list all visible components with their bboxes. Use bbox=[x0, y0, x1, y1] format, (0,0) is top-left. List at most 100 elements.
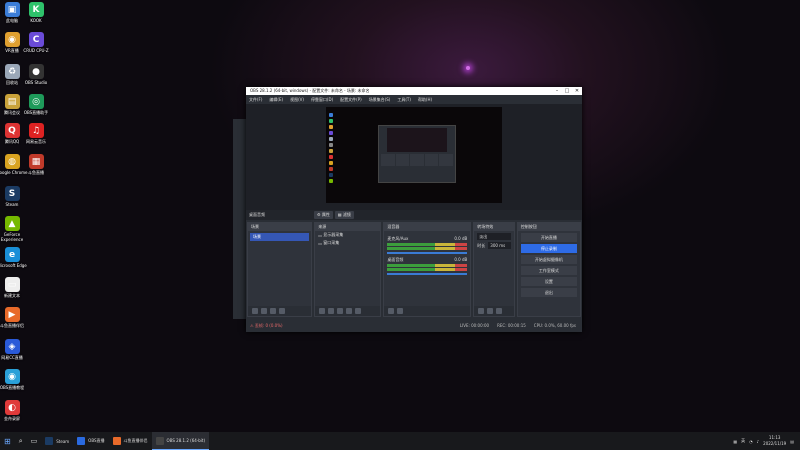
scene-item[interactable]: 场景 bbox=[250, 233, 310, 241]
preview-canvas[interactable] bbox=[326, 107, 502, 203]
menu-item[interactable]: 帮助(H) bbox=[418, 97, 432, 103]
volume-slider[interactable] bbox=[387, 273, 468, 275]
up-icon[interactable] bbox=[346, 308, 353, 314]
stop-recording-button[interactable]: 停止录制 bbox=[520, 244, 577, 253]
cpu-fps: CPU: 0.0%, 60.00 fps bbox=[533, 323, 576, 328]
exit-button[interactable]: 退出 bbox=[520, 288, 577, 297]
duration-label: 时长 bbox=[477, 242, 486, 248]
menu-item[interactable]: 文件(F) bbox=[249, 97, 262, 103]
desktop-icon[interactable]: ▦ 斗鱼直播 bbox=[18, 154, 54, 175]
rec-time: REC: 00:00:15 bbox=[497, 323, 526, 328]
dock-area: 场景 场景 来源 ▭ 显示器采集 ▭ 窗口采集 混音器 麦克风/Aux 0.0 d… bbox=[246, 222, 582, 317]
desktop-icon-label: 斗鱼直播 bbox=[28, 170, 44, 175]
desktop-icon-label: OBS直播助手 bbox=[23, 110, 49, 115]
flag-icon[interactable]: ▦ bbox=[733, 439, 737, 444]
clock[interactable]: 11:13 2022/11/19 bbox=[763, 435, 786, 447]
start-streaming-button[interactable]: 开始直播 bbox=[520, 233, 577, 242]
add-icon[interactable] bbox=[252, 308, 258, 314]
down-icon[interactable] bbox=[355, 308, 362, 314]
remove-icon[interactable] bbox=[487, 308, 494, 314]
app-icon: ▭ bbox=[4, 277, 20, 292]
gear-icon[interactable] bbox=[388, 308, 395, 314]
audio-meter bbox=[387, 268, 468, 271]
taskbar-app[interactable]: Steam bbox=[41, 432, 73, 450]
gear-icon[interactable] bbox=[337, 308, 344, 314]
menu-item[interactable]: 场景集合(S) bbox=[369, 97, 391, 103]
remove-icon[interactable] bbox=[328, 308, 335, 314]
duration-input[interactable]: 300 ms bbox=[488, 242, 511, 249]
studio-mode-button[interactable]: 工作室模式 bbox=[520, 266, 577, 275]
source-item-label: 窗口采集 bbox=[323, 240, 340, 245]
obs-window: OBS 28.1.2 (64-bit, windows) - 配置文件: 未命名… bbox=[246, 87, 582, 332]
notification-icon[interactable]: ▤ bbox=[790, 439, 794, 444]
transition-select[interactable]: 淡出 bbox=[477, 233, 511, 240]
network-icon[interactable]: ◔ bbox=[749, 439, 753, 444]
minimize-icon[interactable]: – bbox=[552, 88, 562, 94]
desktop-icon[interactable]: ● OBS Studio bbox=[18, 64, 54, 85]
volume-icon[interactable]: ♪ bbox=[757, 439, 760, 444]
volume-slider[interactable] bbox=[387, 252, 468, 254]
app-icon bbox=[112, 437, 121, 445]
controls-dock: 控制按钮 开始直播 停止录制 开始虚拟摄像机 工作室模式 设置 退出 bbox=[516, 222, 581, 317]
settings-button[interactable]: 设置 bbox=[520, 277, 577, 286]
mixer-header: 混音器 bbox=[384, 223, 471, 231]
properties-button[interactable]: ⚙ 属性 bbox=[314, 211, 333, 219]
desktop-icon[interactable]: S Steam bbox=[0, 186, 30, 207]
menu-item[interactable]: 视图(V) bbox=[290, 97, 304, 103]
window-title: OBS 28.1.2 (64-bit, windows) - 配置文件: 未命名… bbox=[250, 88, 370, 93]
taskbar-app[interactable]: OBS直播 bbox=[73, 432, 108, 450]
menu-item[interactable]: 编辑(E) bbox=[269, 97, 283, 103]
desktop-icon[interactable]: ▲ GeForce Experience bbox=[0, 216, 30, 242]
desktop-icon[interactable]: e Microsoft Edge bbox=[0, 247, 30, 268]
audio-meter bbox=[387, 247, 468, 250]
up-icon[interactable] bbox=[270, 308, 276, 314]
app-icon: ◉ bbox=[4, 369, 20, 384]
close-icon[interactable]: ✕ bbox=[572, 88, 582, 94]
more-icon[interactable] bbox=[397, 308, 404, 314]
desktop-icon[interactable]: ▶ 斗鱼直播伴侣 bbox=[0, 307, 30, 328]
search-button[interactable]: ⌕ bbox=[15, 432, 27, 450]
desktop-icon[interactable]: ◈ 网易CC直播 bbox=[0, 339, 30, 360]
transitions-dock: 转场特效 淡出 时长 300 ms bbox=[473, 222, 515, 317]
desktop-icon[interactable]: ▭ 新建文本 bbox=[0, 277, 30, 298]
desktop-icon-label: 斗鱼直播伴侣 bbox=[0, 323, 24, 328]
desktop-icon-label: VR直播 bbox=[5, 48, 19, 53]
taskbar-app[interactable]: 斗鱼直播伴侣 bbox=[109, 432, 152, 450]
desktop-icon[interactable]: ◐ 金舟录屏 bbox=[0, 400, 30, 421]
app-icon: ▶ bbox=[4, 307, 20, 322]
desktop-icon-label: KOOK bbox=[30, 18, 42, 23]
desktop-icon-label: OBS Studio bbox=[24, 80, 48, 85]
maximize-icon[interactable]: □ bbox=[562, 88, 572, 94]
app-icon bbox=[45, 437, 54, 445]
menu-item[interactable]: 工具(T) bbox=[397, 97, 411, 103]
desktop-icon[interactable]: K KOOK bbox=[18, 2, 54, 23]
add-icon[interactable] bbox=[478, 308, 485, 314]
input-language[interactable]: 英 bbox=[741, 438, 745, 444]
source-item[interactable]: ▭ 显示器采集 bbox=[315, 231, 380, 239]
menu-item[interactable]: 配置文件(P) bbox=[340, 97, 362, 103]
remove-icon[interactable] bbox=[261, 308, 267, 314]
clock-date: 2022/11/19 bbox=[763, 441, 787, 446]
desktop-icon[interactable]: ◉ OBS直播教程 bbox=[0, 369, 30, 390]
down-icon[interactable] bbox=[279, 308, 285, 314]
source-item[interactable]: ▭ 窗口采集 bbox=[315, 239, 380, 247]
task-view-button[interactable]: ▭ bbox=[27, 432, 42, 450]
track-db: 0.0 dB bbox=[454, 236, 468, 241]
desktop-icon-label: 新建文本 bbox=[4, 293, 20, 298]
desktop-icon-label: 网易CC直播 bbox=[1, 355, 23, 360]
desktop-icon[interactable]: ♫ 网易云音乐 bbox=[18, 123, 54, 144]
start-button[interactable]: ⊞ bbox=[0, 432, 15, 450]
filters-button[interactable]: ▦ 滤镜 bbox=[334, 211, 354, 219]
gear-icon[interactable] bbox=[496, 308, 503, 314]
taskbar-app[interactable]: OBS 28.1.2 (64-bit) bbox=[151, 432, 210, 450]
add-icon[interactable] bbox=[319, 308, 326, 314]
menu-item[interactable]: 停靠窗口(D) bbox=[311, 97, 333, 103]
desktop-icon[interactable]: ◎ OBS直播助手 bbox=[18, 94, 54, 115]
virtual-camera-button[interactable]: 开始虚拟摄像机 bbox=[520, 255, 577, 264]
title-bar: OBS 28.1.2 (64-bit, windows) - 配置文件: 未命名… bbox=[246, 87, 582, 95]
live-time: LIVE: 00:00:00 bbox=[459, 323, 490, 328]
preview-area[interactable] bbox=[246, 104, 582, 210]
app-icon: K bbox=[28, 2, 44, 17]
taskbar-app-label: OBS直播 bbox=[88, 438, 105, 443]
desktop-icon[interactable]: C CRUD CPU-Z bbox=[18, 32, 54, 53]
